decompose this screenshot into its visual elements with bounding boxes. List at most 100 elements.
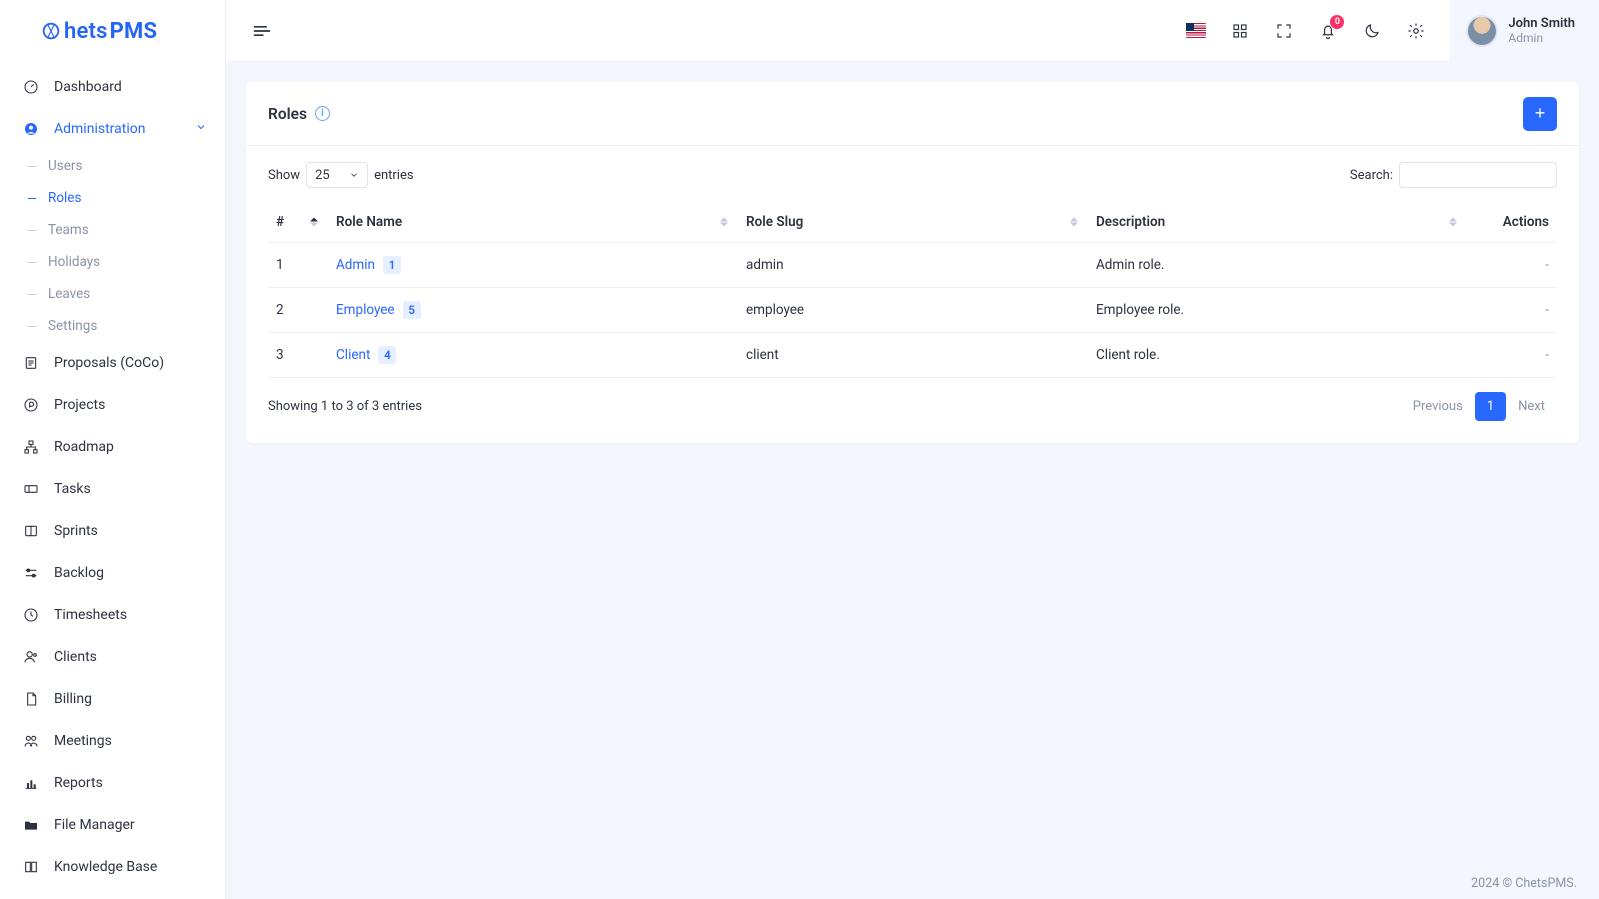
col-description[interactable]: Description	[1088, 202, 1467, 243]
dash-icon	[28, 166, 36, 167]
sidebar-item-tasks[interactable]: Tasks	[0, 468, 225, 510]
add-role-button[interactable]: +	[1523, 97, 1557, 131]
sidebar-item-reports[interactable]: Reports	[0, 762, 225, 804]
sidebar-item-label: Sprints	[54, 523, 207, 539]
chart-icon	[22, 774, 40, 792]
flag-us-icon	[1186, 23, 1206, 38]
sidebar-item-label: Reports	[54, 775, 207, 791]
sidebar-item-proposals[interactable]: Proposals (CoCo)	[0, 342, 225, 384]
sidebar-sub-teams[interactable]: Teams	[0, 214, 225, 246]
sidebar-item-label: Leaves	[48, 286, 90, 302]
roles-card: Roles i + Show 25 entries	[246, 82, 1579, 443]
user-circle-icon	[22, 120, 40, 138]
card-header: Roles i +	[246, 82, 1579, 146]
sidebar-item-label: Roadmap	[54, 439, 207, 455]
gauge-icon	[22, 78, 40, 96]
page-title: Roles	[268, 105, 307, 123]
sidebar-item-label: Tasks	[54, 481, 207, 497]
sidebar-item-label: Holidays	[48, 254, 100, 270]
table-row: 1 Admin1 admin Admin role. -	[268, 243, 1557, 288]
fullscreen-button[interactable]	[1274, 21, 1294, 41]
sidebar-item-label: Timesheets	[54, 607, 207, 623]
dash-icon	[28, 326, 36, 327]
sidebar-item-label: Teams	[48, 222, 89, 238]
avatar	[1466, 15, 1498, 47]
sliders-icon	[22, 564, 40, 582]
cell-desc: Admin role.	[1088, 243, 1467, 288]
entries-value: 25	[315, 168, 330, 183]
sidebar-item-roadmap[interactable]: Roadmap	[0, 426, 225, 468]
sidebar-item-backlog[interactable]: Backlog	[0, 552, 225, 594]
columns-icon	[22, 522, 40, 540]
gear-icon	[1407, 22, 1425, 40]
notifications-button[interactable]: 0	[1318, 21, 1338, 41]
sidebar-sub-settings[interactable]: Settings	[0, 310, 225, 342]
sidebar-item-clients[interactable]: Clients	[0, 636, 225, 678]
cell-index: 2	[268, 288, 328, 333]
entries-select[interactable]: 25	[306, 162, 368, 188]
logo[interactable]: hetsPMS	[0, 0, 225, 62]
logo-text-b: PMS	[110, 19, 158, 44]
sidebar-item-projects[interactable]: Projects	[0, 384, 225, 426]
sidebar-sub-leaves[interactable]: Leaves	[0, 278, 225, 310]
entries-label: entries	[374, 168, 414, 183]
user-role: Admin	[1508, 31, 1575, 45]
menu-toggle-button[interactable]	[252, 20, 274, 42]
pagination: Previous 1 Next	[1401, 392, 1557, 421]
header: 0 John Smith Admin	[226, 0, 1599, 62]
cell-slug: employee	[738, 288, 1088, 333]
sidebar-sub-roles[interactable]: Roles	[0, 182, 225, 214]
role-link[interactable]: Admin	[336, 257, 375, 273]
sidebar-item-administration[interactable]: Administration	[0, 108, 225, 150]
document-icon	[22, 354, 40, 372]
pager-page-1[interactable]: 1	[1475, 392, 1506, 421]
sidebar-item-label: Meetings	[54, 733, 207, 749]
role-link[interactable]: Client	[336, 347, 370, 363]
circle-p-icon	[22, 396, 40, 414]
sidebar-item-file-manager[interactable]: File Manager	[0, 804, 225, 846]
sidebar-nav: Dashboard Administration Users Roles Tea…	[0, 62, 225, 899]
sidebar-item-label: Settings	[48, 318, 97, 334]
cell-slug: client	[738, 333, 1088, 378]
sidebar-item-label: Clients	[54, 649, 207, 665]
roles-table: # Role Name Role Slug Description Action…	[268, 202, 1557, 378]
col-role-name[interactable]: Role Name	[328, 202, 738, 243]
sidebar-item-knowledge-base[interactable]: Knowledge Base	[0, 846, 225, 888]
sidebar-item-timesheets[interactable]: Timesheets	[0, 594, 225, 636]
sidebar-item-meetings[interactable]: Meetings	[0, 720, 225, 762]
cell-slug: admin	[738, 243, 1088, 288]
sidebar-sub-holidays[interactable]: Holidays	[0, 246, 225, 278]
dark-mode-button[interactable]	[1362, 21, 1382, 41]
book-icon	[22, 858, 40, 876]
file-icon	[22, 690, 40, 708]
settings-button[interactable]	[1406, 21, 1426, 41]
expand-icon	[1275, 22, 1293, 40]
hamburger-icon	[252, 21, 272, 41]
logo-icon	[40, 20, 62, 42]
cell-index: 3	[268, 333, 328, 378]
notification-badge: 0	[1330, 15, 1344, 29]
user-menu-button[interactable]: John Smith Admin	[1450, 0, 1599, 62]
col-role-slug[interactable]: Role Slug	[738, 202, 1088, 243]
language-button[interactable]	[1186, 21, 1206, 41]
footer-copyright: 2024 © ChetsPMS.	[1471, 876, 1577, 891]
users-icon	[22, 732, 40, 750]
pager-next[interactable]: Next	[1506, 392, 1557, 421]
info-icon[interactable]: i	[315, 106, 330, 121]
user-name: John Smith	[1508, 16, 1575, 31]
role-count-badge: 5	[403, 301, 421, 319]
search-label: Search:	[1350, 168, 1393, 183]
pager-prev[interactable]: Previous	[1401, 392, 1475, 421]
logo-text-a: hets	[64, 19, 108, 44]
moon-icon	[1363, 22, 1381, 40]
apps-button[interactable]	[1230, 21, 1250, 41]
sidebar-item-billing[interactable]: Billing	[0, 678, 225, 720]
sidebar-item-dashboard[interactable]: Dashboard	[0, 66, 225, 108]
sidebar-item-sprints[interactable]: Sprints	[0, 510, 225, 552]
sidebar-sub-users[interactable]: Users	[0, 150, 225, 182]
sidebar-item-label: Proposals (CoCo)	[54, 355, 207, 371]
role-link[interactable]: Employee	[336, 302, 395, 318]
col-index[interactable]: #	[268, 202, 328, 243]
show-label: Show	[268, 168, 300, 183]
search-input[interactable]	[1399, 162, 1557, 188]
